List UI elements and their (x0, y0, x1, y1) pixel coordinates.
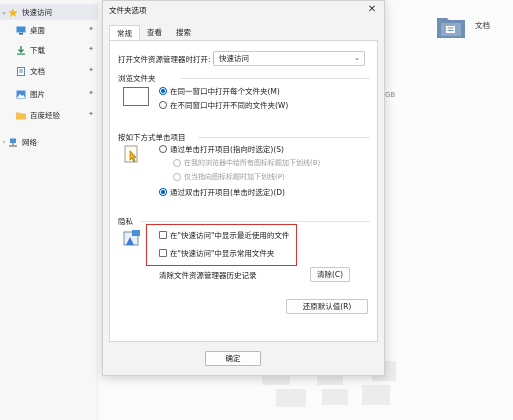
chevron-right-icon[interactable]: › (0, 138, 8, 146)
ok-button[interactable]: 确定 (205, 351, 261, 366)
option-underline-browser-label: 在我的浏览器中给所有图标标题加下划线(B) (184, 159, 321, 167)
nav-label: 快速访问 (22, 7, 52, 17)
click-items-heading: 按如下方式单击项目 (118, 133, 186, 142)
navigation-pane: ⌄ 快速访问 桌面 ✦ 下载 ✦ 文档 ✦ 图片 ✦ 百度经验 ✦ › 网络 (0, 0, 98, 420)
option-underline-point-label: 仅当指向图标标题时加下划线(P) (184, 173, 285, 181)
pin-icon[interactable]: ✦ (88, 45, 94, 53)
radio-same-window[interactable] (159, 87, 167, 95)
folder-icon (16, 111, 26, 120)
nav-item-desktop[interactable]: 桌面 ✦ (0, 22, 98, 38)
documents-folder-icon[interactable] (437, 16, 465, 38)
nav-label: 百度经验 (30, 110, 60, 120)
nav-label: 桌面 (30, 25, 45, 35)
nav-item-pictures[interactable]: 图片 ✦ (0, 86, 98, 102)
drive-size-fragment: GB (385, 91, 396, 99)
tab-view[interactable]: 查看 (140, 25, 169, 40)
nav-item-quick-access[interactable]: ⌄ 快速访问 (0, 4, 98, 20)
nav-label: 图片 (30, 89, 45, 99)
chevron-down-icon: ⌄ (354, 54, 360, 62)
radio-underline-browser[interactable] (173, 159, 181, 167)
window-illustration-icon (123, 87, 149, 106)
tab-general[interactable]: 常规 (109, 25, 140, 40)
folder-label[interactable]: 文档 (475, 20, 490, 31)
group-divider (180, 78, 370, 79)
red-highlight-box (146, 224, 297, 266)
document-icon (16, 66, 26, 76)
nav-label: 下载 (30, 45, 45, 55)
open-explorer-value: 快速访问 (219, 54, 249, 63)
option-double-click-label[interactable]: 通过双击打开项目(单击时选定)(D) (170, 187, 285, 198)
privacy-heading: 隐私 (118, 217, 133, 226)
nav-item-baidu-jingyan[interactable]: 百度经验 ✦ (0, 107, 98, 123)
open-explorer-select[interactable]: 快速访问 ⌄ (213, 51, 365, 66)
pin-icon[interactable]: ✦ (88, 110, 94, 118)
nav-item-documents[interactable]: 文档 ✦ (0, 63, 98, 79)
browse-folders-heading: 浏览文件夹 (118, 74, 156, 83)
picture-icon (16, 90, 26, 99)
nav-item-network[interactable]: › 网络 (0, 134, 98, 150)
pin-icon[interactable]: ✦ (88, 25, 94, 33)
tab-bar: 常规 查看 搜索 (109, 25, 198, 40)
nav-label: 文档 (30, 66, 45, 76)
clear-history-label: 清除文件资源管理器历史记录 (159, 271, 257, 280)
close-button[interactable]: ✕ (365, 3, 379, 17)
restore-defaults-button[interactable]: 还原默认值(R) (286, 299, 368, 314)
group-divider (198, 137, 370, 138)
dialog-title: 文件夹选项 (109, 6, 147, 15)
open-explorer-label: 打开文件资源管理器时打开: (118, 55, 211, 64)
option-same-window-label[interactable]: 在同一窗口中打开每个文件夹(M) (170, 86, 280, 97)
star-icon (8, 7, 18, 17)
general-tab-panel: 打开文件资源管理器时打开: 快速访问 ⌄ 浏览文件夹 在同一窗口中打开每个文件夹… (109, 40, 378, 342)
clear-button[interactable]: 清除(C) (310, 267, 350, 282)
desktop-icon (16, 26, 26, 35)
folder-options-dialog: 文件夹选项 ✕ 常规 查看 搜索 打开文件资源管理器时打开: 快速访问 ⌄ 浏览… (102, 0, 385, 376)
download-icon (16, 45, 26, 55)
chevron-down-icon[interactable]: ⌄ (0, 8, 8, 16)
group-divider (140, 221, 370, 222)
tab-search[interactable]: 搜索 (169, 25, 198, 40)
option-new-window-label[interactable]: 在不同窗口中打开不同的文件夹(W) (170, 100, 288, 111)
privacy-illustration-icon (122, 229, 142, 249)
nav-item-downloads[interactable]: 下载 ✦ (0, 42, 98, 58)
pin-icon[interactable]: ✦ (88, 66, 94, 74)
pointer-document-icon (123, 145, 141, 166)
close-icon: ✕ (367, 4, 377, 15)
radio-underline-point[interactable] (173, 173, 181, 181)
radio-double-click[interactable] (159, 188, 167, 196)
option-single-click-label[interactable]: 通过单击打开项目(指向时选定)(S) (170, 144, 284, 155)
nav-label: 网络 (22, 137, 37, 147)
network-icon (8, 138, 18, 147)
pin-icon[interactable]: ✦ (88, 89, 94, 97)
radio-new-window[interactable] (159, 101, 167, 109)
radio-single-click[interactable] (159, 145, 167, 153)
